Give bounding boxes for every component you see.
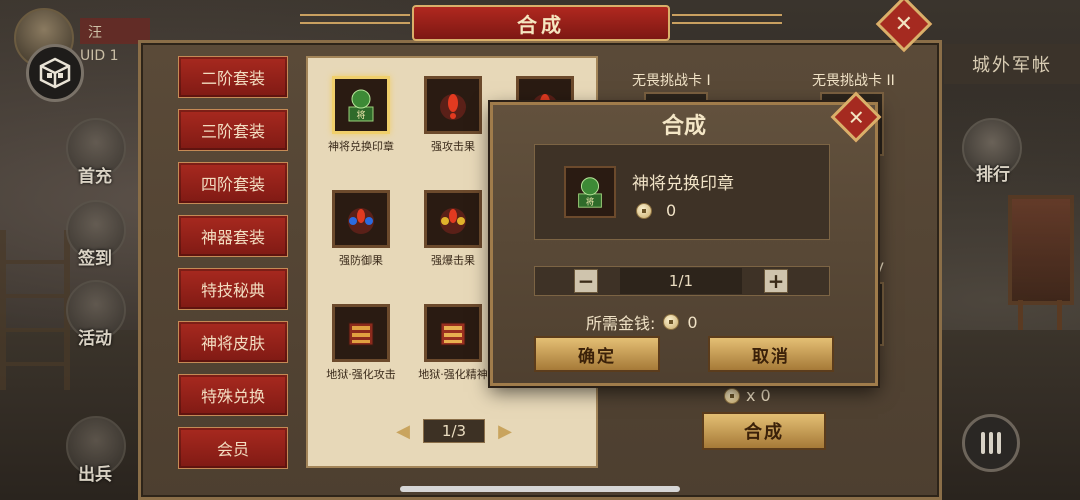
tab-tier4-set[interactable]: 四阶套装 (178, 162, 288, 204)
confirm-button[interactable]: 确定 (534, 336, 660, 372)
item-label: 强爆击果 (431, 254, 475, 267)
folding-screen (1008, 195, 1074, 305)
tab-tier2-set[interactable]: 二阶套装 (178, 56, 288, 98)
item-label: 强攻击果 (431, 140, 475, 153)
tab-special-exchange[interactable]: 特殊兑换 (178, 374, 288, 416)
item-label: 地狱·强化精神 (418, 368, 488, 381)
coin-icon (636, 202, 652, 219)
next-page-button[interactable]: ▶ (494, 420, 516, 442)
home-indicator (400, 486, 680, 492)
folding-screen-stand (1018, 300, 1062, 330)
page-title: 合成 (412, 5, 670, 41)
first-recharge-label: 首充 (78, 167, 112, 187)
item-label: 神将兑换印章 (328, 140, 394, 153)
close-icon: ✕ (894, 11, 914, 37)
cancel-button[interactable]: 取消 (708, 336, 834, 372)
coin-icon (663, 314, 680, 330)
tab-skill-book[interactable]: 特技秘典 (178, 268, 288, 310)
synth-cost: x 0 (724, 386, 771, 405)
cube-menu-icon[interactable] (26, 44, 84, 102)
need-money-value: 0 (687, 312, 698, 332)
hell-spirit-book-icon (424, 304, 482, 362)
item-defense-fruit[interactable]: 强防御果 (318, 190, 404, 268)
jade-seal-icon: 将 (564, 166, 616, 218)
title-ornament-left (300, 14, 410, 24)
dialog-item-name: 神将兑换印章 (632, 174, 734, 194)
item-label: 地狱·强化攻击 (326, 368, 396, 381)
item-crit-fruit[interactable]: 强爆击果 (410, 190, 496, 268)
need-money-label: 所需金钱: (586, 314, 656, 333)
page-indicator: 1/3 (423, 419, 485, 443)
synthesize-button[interactable]: 合成 (702, 412, 826, 450)
close-icon: ✕ (847, 104, 865, 129)
dispatch-label: 出兵 (78, 465, 112, 485)
defense-fruit-icon (332, 190, 390, 248)
outside-camp-label[interactable]: 城外军帐 (944, 44, 1080, 84)
signin-label: 签到 (78, 249, 112, 269)
dialog-title: 合成 (661, 114, 706, 139)
challenge-card-1-label: 无畏挑战卡 I (632, 73, 711, 89)
item-jade-seal[interactable]: 将 神将兑换印章 (318, 76, 404, 154)
activity-label: 活动 (78, 329, 112, 349)
tab-tier3-set[interactable]: 三阶套装 (178, 109, 288, 151)
item-attack-fruit[interactable]: 强攻击果 (410, 76, 496, 154)
weapon-rack (0, 230, 70, 390)
crit-fruit-icon (424, 190, 482, 248)
svg-text:将: 将 (586, 196, 595, 207)
coin-icon (724, 387, 740, 404)
hell-attack-book-icon (332, 304, 390, 362)
player-uid: UID 1 (80, 48, 119, 64)
challenge-card-2-label: 无畏挑战卡 II (812, 73, 895, 89)
ranking-label: 排行 (976, 165, 1010, 185)
tab-general-skin[interactable]: 神将皮肤 (178, 321, 288, 363)
synth-cost-value: x 0 (746, 386, 771, 405)
item-hell-attack[interactable]: 地狱·强化攻击 (318, 304, 404, 382)
quantity-value: 1/1 (620, 268, 742, 294)
tab-artifact-set[interactable]: 神器套装 (178, 215, 288, 257)
prev-page-button[interactable]: ◀ (392, 420, 414, 442)
title-ornament-right (672, 14, 782, 24)
dialog-item-cost-value: 0 (666, 201, 677, 220)
svg-text:将: 将 (356, 110, 365, 121)
decrease-button[interactable]: − (574, 269, 598, 293)
item-hell-spirit[interactable]: 地狱·强化精神 (410, 304, 496, 382)
more-menu-icon[interactable] (962, 414, 1020, 472)
increase-button[interactable]: + (764, 269, 788, 293)
tab-vip[interactable]: 会员 (178, 427, 288, 469)
item-label: 强防御果 (339, 254, 383, 267)
dialog-item-cost: 0 (636, 201, 676, 220)
pager: ◀ 1/3 ▶ (392, 418, 516, 444)
jade-seal-icon: 将 (332, 76, 390, 134)
attack-fruit-icon (424, 76, 482, 134)
need-money: 所需金钱: 0 (586, 310, 698, 334)
